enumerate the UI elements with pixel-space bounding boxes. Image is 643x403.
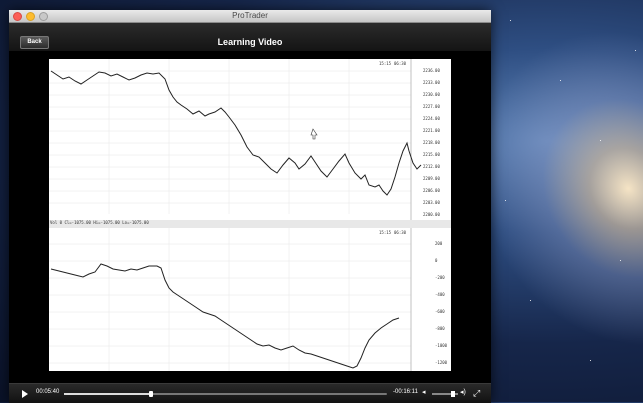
nav-bar: Back Learning Video [9,23,491,52]
app-window: ProTrader Back Learning Video 15:15 06:3… [9,10,491,403]
indicator-readout: Vol 0 Cl=-1075.00 Hi=-1075.00 Lo=-1075.0… [50,220,149,225]
indicator-chart-svg: 15:15 06:30 200 0 -200 -400 -600 -800 -1… [49,228,448,371]
y-label: 2224.00 [423,116,440,121]
y-label: 2236.00 [423,68,440,73]
indicator-chart-panel: 15:15 06:30 200 0 -200 -400 -600 -800 -1… [49,228,451,371]
playback-controls: 00:05:40 -00:16:11 ◂ ◂) ⤢ [9,383,491,403]
scrubber[interactable] [64,391,387,397]
y-label: -800 [435,326,445,331]
volume-slider[interactable] [432,391,458,397]
y-label: 2203.00 [423,200,440,205]
y-label: -1200 [435,360,448,365]
y-label: -1000 [435,343,448,348]
bottom-time-label-2: 06:30 [394,230,407,235]
mouse-cursor-icon [310,128,318,140]
bottom-time-label: 15:15 [379,230,392,235]
y-label: -200 [435,275,445,280]
top-time-label: 15:15 [379,61,392,66]
y-label: 2206.00 [423,188,440,193]
current-time: 00:05:40 [36,389,60,395]
window-title: ProTrader [232,11,268,20]
y-label: 2227.00 [423,104,440,109]
remaining-time: -00:16:11 [393,389,418,395]
volume-high-icon[interactable]: ◂) [460,389,468,397]
page-title: Learning Video [217,37,283,47]
scrubber-knob[interactable] [149,391,154,397]
y-label: 2215.00 [423,152,440,157]
top-time-label-2: 06:30 [394,61,407,66]
y-label: 2218.00 [423,140,440,145]
price-chart-svg: 15:15 06:30 2236.00 2233.00 2230.00 2227… [49,59,440,220]
y-label: 2212.00 [423,164,440,169]
y-label: -400 [435,292,445,297]
scrubber-progress [64,393,152,395]
y-label: 200 [435,241,443,246]
panel-separator[interactable]: Vol 0 Cl=-1075.00 Hi=-1075.00 Lo=-1075.0… [49,220,451,228]
volume-knob[interactable] [450,391,455,397]
play-icon[interactable] [22,390,28,398]
y-label: 2233.00 [423,80,440,85]
y-label: 2230.00 [423,92,440,97]
title-bar: ProTrader [9,10,491,23]
y-label: 2209.00 [423,176,440,181]
y-label: 2221.00 [423,128,440,133]
volume-low-icon[interactable]: ◂ [422,389,430,397]
y-label: -600 [435,309,445,314]
fullscreen-icon[interactable]: ⤢ [473,388,483,398]
y-label: 0 [435,258,438,263]
y-label: 2200.00 [423,212,440,217]
price-chart-panel: 15:15 06:30 2236.00 2233.00 2230.00 2227… [49,59,451,220]
video-player[interactable]: 15:15 06:30 2236.00 2233.00 2230.00 2227… [9,51,491,379]
